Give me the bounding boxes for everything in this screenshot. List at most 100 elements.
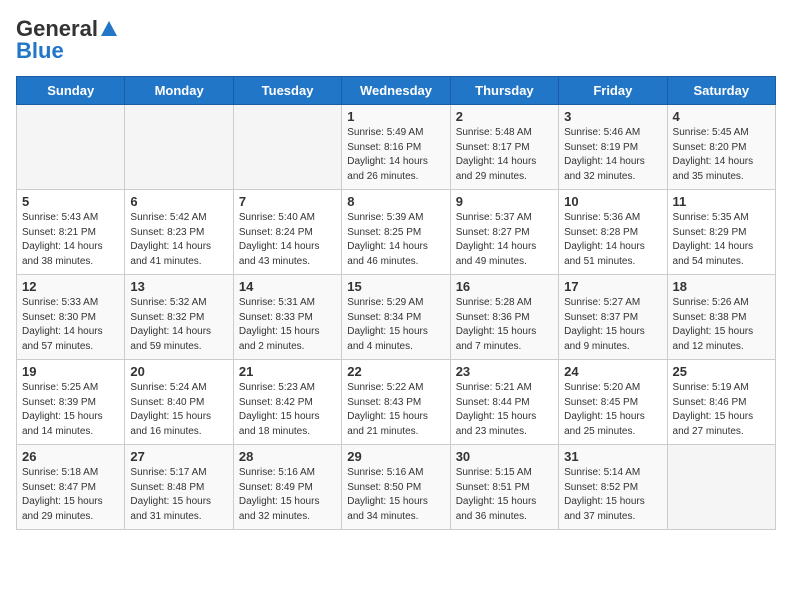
- calendar-header-tuesday: Tuesday: [233, 77, 341, 105]
- table-row: 23 Sunrise: 5:21 AM Sunset: 8:44 PM Dayli…: [450, 360, 558, 445]
- day-number: 24: [564, 364, 661, 379]
- day-number: 3: [564, 109, 661, 124]
- day-info: Sunrise: 5:26 AM Sunset: 8:38 PM Dayligh…: [673, 296, 770, 354]
- table-row: [125, 105, 233, 190]
- table-row: 30 Sunrise: 5:15 AM Sunset: 8:51 PM Dayli…: [450, 445, 558, 530]
- logo-triangle-icon: [100, 20, 118, 38]
- day-info: Sunrise: 5:15 AM Sunset: 8:51 PM Dayligh…: [456, 466, 553, 524]
- table-row: 26 Sunrise: 5:18 AM Sunset: 8:47 PM Dayli…: [17, 445, 125, 530]
- day-info: Sunrise: 5:18 AM Sunset: 8:47 PM Dayligh…: [22, 466, 119, 524]
- table-row: 2 Sunrise: 5:48 AM Sunset: 8:17 PM Daylig…: [450, 105, 558, 190]
- day-number: 13: [130, 279, 227, 294]
- day-number: 1: [347, 109, 444, 124]
- day-info: Sunrise: 5:48 AM Sunset: 8:17 PM Dayligh…: [456, 126, 553, 184]
- day-info: Sunrise: 5:42 AM Sunset: 8:23 PM Dayligh…: [130, 211, 227, 269]
- day-number: 14: [239, 279, 336, 294]
- day-info: Sunrise: 5:36 AM Sunset: 8:28 PM Dayligh…: [564, 211, 661, 269]
- day-number: 17: [564, 279, 661, 294]
- calendar-header-saturday: Saturday: [667, 77, 775, 105]
- day-number: 6: [130, 194, 227, 209]
- day-number: 23: [456, 364, 553, 379]
- calendar-week-3: 12Sunrise: 5:33 AM Sunset: 8:30 PM Dayli…: [17, 275, 776, 360]
- day-info: Sunrise: 5:19 AM Sunset: 8:46 PM Dayligh…: [673, 381, 770, 439]
- calendar-table: SundayMondayTuesdayWednesdayThursdayFrid…: [16, 76, 776, 530]
- table-row: 15Sunrise: 5:29 AM Sunset: 8:34 PM Dayli…: [342, 275, 450, 360]
- logo: General Blue: [16, 16, 118, 64]
- table-row: [233, 105, 341, 190]
- table-row: 8 Sunrise: 5:39 AM Sunset: 8:25 PM Daylig…: [342, 190, 450, 275]
- day-number: 10: [564, 194, 661, 209]
- table-row: 16 Sunrise: 5:28 AM Sunset: 8:36 PM Dayli…: [450, 275, 558, 360]
- table-row: 24Sunrise: 5:20 AM Sunset: 8:45 PM Dayli…: [559, 360, 667, 445]
- day-number: 8: [347, 194, 444, 209]
- table-row: 7 Sunrise: 5:40 AM Sunset: 8:24 PM Daylig…: [233, 190, 341, 275]
- day-number: 25: [673, 364, 770, 379]
- day-number: 12: [22, 279, 119, 294]
- day-info: Sunrise: 5:14 AM Sunset: 8:52 PM Dayligh…: [564, 466, 661, 524]
- day-number: 30: [456, 449, 553, 464]
- table-row: 17Sunrise: 5:27 AM Sunset: 8:37 PM Dayli…: [559, 275, 667, 360]
- day-number: 27: [130, 449, 227, 464]
- table-row: [667, 445, 775, 530]
- table-row: 13 Sunrise: 5:32 AM Sunset: 8:32 PM Dayli…: [125, 275, 233, 360]
- table-row: 25 Sunrise: 5:19 AM Sunset: 8:46 PM Dayli…: [667, 360, 775, 445]
- day-info: Sunrise: 5:16 AM Sunset: 8:50 PM Dayligh…: [347, 466, 444, 524]
- table-row: 29Sunrise: 5:16 AM Sunset: 8:50 PM Dayli…: [342, 445, 450, 530]
- day-number: 16: [456, 279, 553, 294]
- day-info: Sunrise: 5:40 AM Sunset: 8:24 PM Dayligh…: [239, 211, 336, 269]
- table-row: 4Sunrise: 5:45 AM Sunset: 8:20 PM Daylig…: [667, 105, 775, 190]
- day-number: 31: [564, 449, 661, 464]
- day-number: 4: [673, 109, 770, 124]
- calendar-header-wednesday: Wednesday: [342, 77, 450, 105]
- table-row: 3 Sunrise: 5:46 AM Sunset: 8:19 PM Daylig…: [559, 105, 667, 190]
- table-row: 28Sunrise: 5:16 AM Sunset: 8:49 PM Dayli…: [233, 445, 341, 530]
- logo-blue: Blue: [16, 38, 64, 64]
- day-info: Sunrise: 5:37 AM Sunset: 8:27 PM Dayligh…: [456, 211, 553, 269]
- day-number: 21: [239, 364, 336, 379]
- day-number: 18: [673, 279, 770, 294]
- day-number: 2: [456, 109, 553, 124]
- table-row: 11Sunrise: 5:35 AM Sunset: 8:29 PM Dayli…: [667, 190, 775, 275]
- page-header: General Blue: [16, 16, 776, 64]
- day-info: Sunrise: 5:31 AM Sunset: 8:33 PM Dayligh…: [239, 296, 336, 354]
- day-info: Sunrise: 5:21 AM Sunset: 8:44 PM Dayligh…: [456, 381, 553, 439]
- table-row: 31 Sunrise: 5:14 AM Sunset: 8:52 PM Dayli…: [559, 445, 667, 530]
- calendar-header-thursday: Thursday: [450, 77, 558, 105]
- day-info: Sunrise: 5:32 AM Sunset: 8:32 PM Dayligh…: [130, 296, 227, 354]
- table-row: 5 Sunrise: 5:43 AM Sunset: 8:21 PM Daylig…: [17, 190, 125, 275]
- calendar-header-row: SundayMondayTuesdayWednesdayThursdayFrid…: [17, 77, 776, 105]
- calendar-week-5: 26 Sunrise: 5:18 AM Sunset: 8:47 PM Dayli…: [17, 445, 776, 530]
- table-row: 9Sunrise: 5:37 AM Sunset: 8:27 PM Daylig…: [450, 190, 558, 275]
- day-number: 5: [22, 194, 119, 209]
- day-number: 15: [347, 279, 444, 294]
- day-info: Sunrise: 5:17 AM Sunset: 8:48 PM Dayligh…: [130, 466, 227, 524]
- day-info: Sunrise: 5:35 AM Sunset: 8:29 PM Dayligh…: [673, 211, 770, 269]
- day-number: 28: [239, 449, 336, 464]
- table-row: 1Sunrise: 5:49 AM Sunset: 8:16 PM Daylig…: [342, 105, 450, 190]
- table-row: 12Sunrise: 5:33 AM Sunset: 8:30 PM Dayli…: [17, 275, 125, 360]
- table-row: 21 Sunrise: 5:23 AM Sunset: 8:42 PM Dayli…: [233, 360, 341, 445]
- calendar-week-4: 19Sunrise: 5:25 AM Sunset: 8:39 PM Dayli…: [17, 360, 776, 445]
- day-info: Sunrise: 5:24 AM Sunset: 8:40 PM Dayligh…: [130, 381, 227, 439]
- table-row: 27 Sunrise: 5:17 AM Sunset: 8:48 PM Dayli…: [125, 445, 233, 530]
- table-row: 22Sunrise: 5:22 AM Sunset: 8:43 PM Dayli…: [342, 360, 450, 445]
- day-number: 7: [239, 194, 336, 209]
- day-info: Sunrise: 5:46 AM Sunset: 8:19 PM Dayligh…: [564, 126, 661, 184]
- day-info: Sunrise: 5:22 AM Sunset: 8:43 PM Dayligh…: [347, 381, 444, 439]
- table-row: 10 Sunrise: 5:36 AM Sunset: 8:28 PM Dayli…: [559, 190, 667, 275]
- day-number: 20: [130, 364, 227, 379]
- day-info: Sunrise: 5:23 AM Sunset: 8:42 PM Dayligh…: [239, 381, 336, 439]
- table-row: 6 Sunrise: 5:42 AM Sunset: 8:23 PM Daylig…: [125, 190, 233, 275]
- table-row: 14 Sunrise: 5:31 AM Sunset: 8:33 PM Dayli…: [233, 275, 341, 360]
- table-row: 19Sunrise: 5:25 AM Sunset: 8:39 PM Dayli…: [17, 360, 125, 445]
- day-info: Sunrise: 5:43 AM Sunset: 8:21 PM Dayligh…: [22, 211, 119, 269]
- table-row: 18 Sunrise: 5:26 AM Sunset: 8:38 PM Dayli…: [667, 275, 775, 360]
- calendar-week-1: 1Sunrise: 5:49 AM Sunset: 8:16 PM Daylig…: [17, 105, 776, 190]
- day-number: 19: [22, 364, 119, 379]
- day-info: Sunrise: 5:39 AM Sunset: 8:25 PM Dayligh…: [347, 211, 444, 269]
- calendar-week-2: 5 Sunrise: 5:43 AM Sunset: 8:21 PM Daylig…: [17, 190, 776, 275]
- day-number: 26: [22, 449, 119, 464]
- day-info: Sunrise: 5:28 AM Sunset: 8:36 PM Dayligh…: [456, 296, 553, 354]
- calendar-header-friday: Friday: [559, 77, 667, 105]
- table-row: 20 Sunrise: 5:24 AM Sunset: 8:40 PM Dayli…: [125, 360, 233, 445]
